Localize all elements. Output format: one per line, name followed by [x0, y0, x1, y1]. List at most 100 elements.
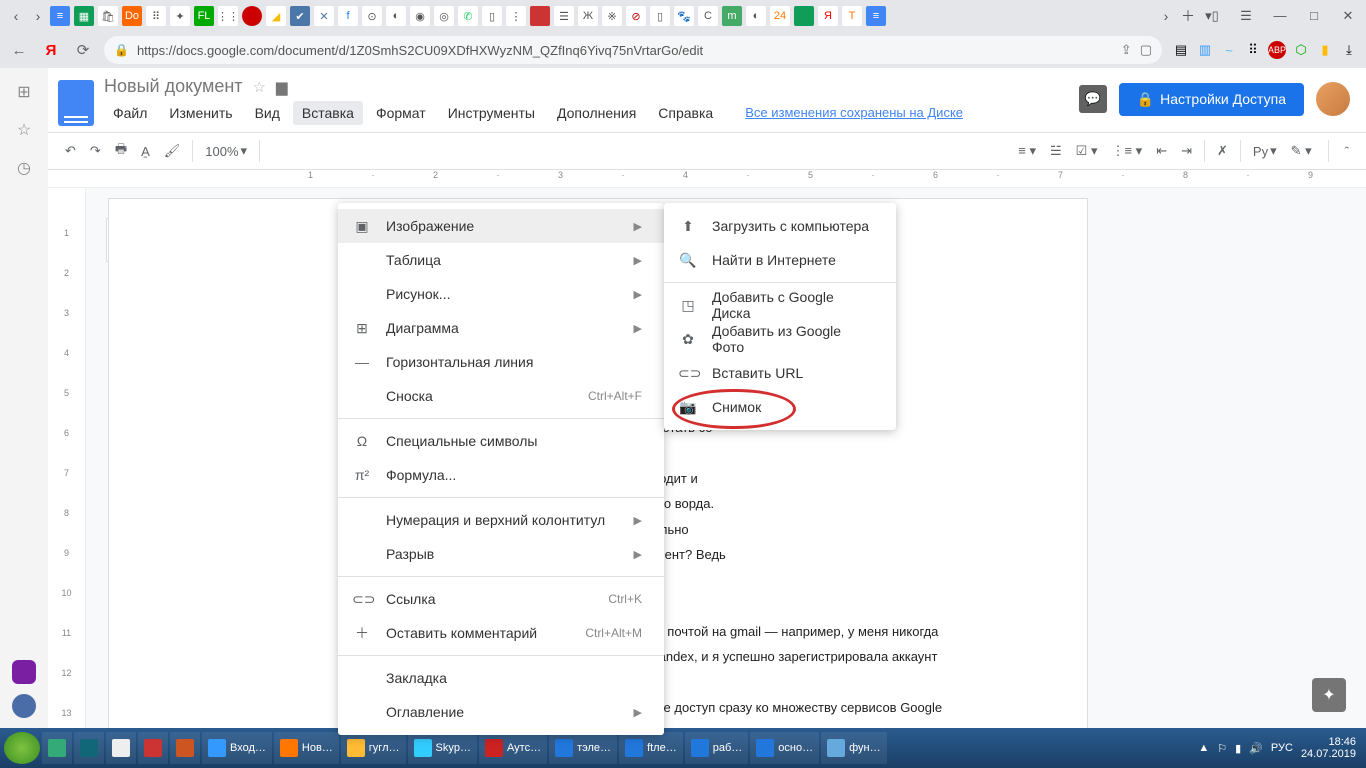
tabs-back[interactable]: ‹ — [6, 6, 26, 26]
url-input[interactable] — [137, 43, 1113, 58]
window-max[interactable]: □ — [1302, 8, 1326, 24]
zoom-select[interactable]: 100% ▾ — [200, 139, 252, 163]
tab-favicon[interactable]: ✆ — [458, 6, 478, 26]
tab-favicon[interactable]: 24 — [770, 6, 790, 26]
tab-favicon[interactable]: ⠿ — [146, 6, 166, 26]
menu-дополнения[interactable]: Дополнения — [548, 101, 645, 125]
menu-item[interactable]: СноскаCtrl+Alt+F — [338, 379, 664, 413]
start-button[interactable] — [4, 732, 40, 764]
tab-favicon[interactable]: 🐾 — [674, 6, 694, 26]
taskbar-item[interactable] — [138, 732, 168, 764]
panel-app-icon[interactable] — [12, 694, 36, 718]
tab-favicon[interactable]: ⊘ — [626, 6, 646, 26]
tab-favicon[interactable]: f — [338, 6, 358, 26]
taskbar-item[interactable]: гугл… — [341, 732, 406, 764]
menu-item[interactable]: 📷Снимок — [664, 390, 896, 424]
download-icon[interactable]: ⤓ — [1340, 41, 1358, 59]
explore-button[interactable]: ✦ — [1312, 678, 1346, 712]
menu-item[interactable]: ⬆Загрузить с компьютера — [664, 209, 896, 243]
tab-favicon[interactable]: ◐ — [746, 6, 766, 26]
tab-favicon[interactable]: ⋮ — [506, 6, 526, 26]
menu-item[interactable]: 🔍Найти в Интернете — [664, 243, 896, 277]
tray-volume-icon[interactable]: 🔊 — [1249, 742, 1263, 755]
nav-back[interactable]: ← — [8, 39, 30, 61]
menu-item[interactable]: ＋Оставить комментарийCtrl+Alt+M — [338, 616, 664, 650]
tab-favicon[interactable]: ✦ — [170, 6, 190, 26]
menu-item[interactable]: —Горизонтальная линия — [338, 345, 664, 379]
menu-формат[interactable]: Формат — [367, 101, 435, 125]
tab-favicon[interactable]: ≡ — [866, 6, 886, 26]
tab-favicon[interactable]: ⊙ — [362, 6, 382, 26]
menu-item[interactable]: Закладка — [338, 661, 664, 695]
tray-flag-icon[interactable]: ⚐ — [1217, 742, 1227, 755]
tab-favicon[interactable]: T — [842, 6, 862, 26]
taskbar-item[interactable]: ftле… — [619, 732, 683, 764]
ext-icon[interactable]: ⠿ — [1244, 41, 1262, 59]
tab-favicon[interactable]: Я — [818, 6, 838, 26]
taskbar-item[interactable] — [74, 732, 104, 764]
menu-изменить[interactable]: Изменить — [160, 101, 241, 125]
tray-lang[interactable]: РУС — [1271, 742, 1293, 754]
doc-title[interactable]: Новый документ — [104, 76, 243, 97]
align-button[interactable]: ≡ ▾ — [1013, 139, 1041, 163]
menu-item[interactable]: Таблица▶ — [338, 243, 664, 277]
menu-вид[interactable]: Вид — [246, 101, 289, 125]
menu-icon[interactable]: ☰ — [1234, 8, 1258, 24]
ext-icon[interactable]: ~ — [1220, 41, 1238, 59]
nav-reload[interactable]: ⟳ — [72, 39, 94, 61]
menu-item[interactable]: ⊂⊃Вставить URL — [664, 356, 896, 390]
tab-favicon[interactable]: C — [698, 6, 718, 26]
taskbar-item[interactable]: тэле… — [549, 732, 617, 764]
avatar[interactable] — [1316, 82, 1350, 116]
insert-menu[interactable]: ▣Изображение▶Таблица▶Рисунок...▶⊞Диаграм… — [338, 203, 664, 735]
menu-item[interactable]: ΩСпециальные символы — [338, 424, 664, 458]
share-button[interactable]: 🔒 Настройки Доступа — [1119, 83, 1304, 116]
ext-icon[interactable]: ⬡ — [1292, 41, 1310, 59]
window-min[interactable]: — — [1268, 8, 1292, 24]
window-close[interactable]: ✕ — [1336, 8, 1360, 24]
clear-format-button[interactable]: ✗ — [1212, 139, 1233, 163]
tab-favicon[interactable]: ◢ — [266, 6, 286, 26]
tab-favicon[interactable] — [242, 6, 262, 26]
menu-справка[interactable]: Справка — [649, 101, 722, 125]
menu-item[interactable]: Нумерация и верхний колонтитул▶ — [338, 503, 664, 537]
tab-favicon[interactable]: ◐ — [386, 6, 406, 26]
taskbar-item[interactable] — [42, 732, 72, 764]
redo-button[interactable]: ↷ — [85, 139, 106, 163]
star-icon[interactable]: ☆ — [253, 78, 266, 96]
panel-app-icon[interactable] — [12, 660, 36, 684]
tabs-more[interactable]: › — [1156, 6, 1176, 26]
ext-icon[interactable]: ABP — [1268, 41, 1286, 59]
menu-item[interactable]: ⊂⊃СсылкаCtrl+K — [338, 582, 664, 616]
tab-favicon[interactable]: ≡ — [50, 6, 70, 26]
indent-dec-button[interactable]: ⇤ — [1151, 139, 1172, 163]
hide-menus-button[interactable]: ˆ — [1340, 140, 1354, 163]
tab-favicon[interactable]: ▯ — [482, 6, 502, 26]
paint-format-button[interactable]: 🖌 — [159, 139, 186, 163]
tab-favicon[interactable]: ▦ — [74, 6, 94, 26]
taskbar-item[interactable] — [170, 732, 200, 764]
ext-icon[interactable]: ▮ — [1316, 41, 1334, 59]
tab-favicon[interactable]: ☰ — [554, 6, 574, 26]
menu-файл[interactable]: Файл — [104, 101, 156, 125]
taskbar-item[interactable]: осно… — [750, 732, 819, 764]
taskbar-item[interactable] — [106, 732, 136, 764]
tab-favicon[interactable]: ⋮⋮ — [218, 6, 238, 26]
bookmark-icon[interactable]: ▢ — [1140, 42, 1152, 58]
panel-icon[interactable]: ▾▯ — [1200, 8, 1224, 24]
panel-apps-icon[interactable]: ⊞ — [17, 82, 30, 102]
tab-favicon[interactable]: Ж — [578, 6, 598, 26]
menu-инструменты[interactable]: Инструменты — [439, 101, 544, 125]
indent-inc-button[interactable]: ⇥ — [1176, 139, 1197, 163]
tab-favicon[interactable]: Do — [122, 6, 142, 26]
tab-favicon[interactable] — [794, 6, 814, 26]
tab-favicon[interactable]: ◎ — [434, 6, 454, 26]
ext-icon[interactable]: ▤ — [1172, 41, 1190, 59]
taskbar-item[interactable]: Skyp… — [408, 732, 477, 764]
taskbar-item[interactable]: Аутс… — [479, 732, 547, 764]
editing-mode-button[interactable]: ✎ ▾ — [1286, 139, 1317, 163]
menu-вставка[interactable]: Вставка — [293, 101, 363, 125]
taskbar-item[interactable]: раб… — [685, 732, 749, 764]
spellcheck-button[interactable]: A̱ — [136, 140, 155, 163]
bullet-list-button[interactable]: ⋮≡ ▾ — [1106, 139, 1147, 163]
